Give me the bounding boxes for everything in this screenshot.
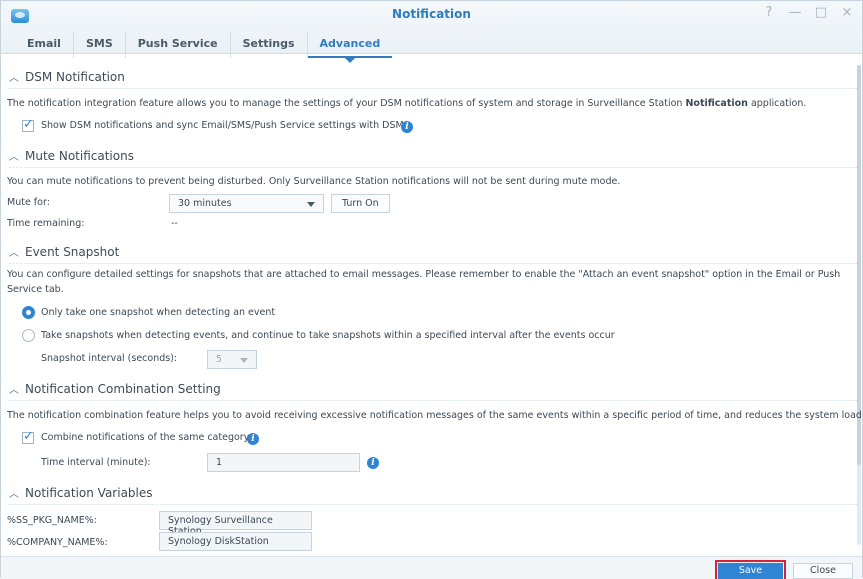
combination-section-header[interactable]: ︿ Notification Combination Setting	[9, 381, 221, 397]
close-icon[interactable]: ×	[840, 5, 854, 20]
turn-on-button[interactable]: Turn On	[331, 194, 390, 213]
tab-sms[interactable]: SMS	[74, 32, 126, 58]
mute-section-title: Mute Notifications	[25, 148, 134, 163]
dsm-info-icon[interactable]: i	[401, 121, 413, 133]
notification-window: Notification ? — □ × Email SMS Push Serv…	[0, 0, 863, 579]
divider	[9, 504, 857, 505]
single-snapshot-radio[interactable]	[22, 306, 35, 319]
combination-description: The notification combination feature hel…	[7, 410, 861, 421]
collapse-chevron-icon: ︿	[9, 73, 19, 84]
dropdown-arrow-icon	[307, 202, 315, 207]
single-snapshot-label: Only take one snapshot when detecting an…	[41, 307, 276, 318]
time-remaining-value: --	[171, 218, 178, 229]
time-remaining-label: Time remaining:	[7, 218, 85, 229]
close-button[interactable]: Close	[793, 563, 853, 579]
snapshot-interval-label: Snapshot interval (seconds):	[41, 353, 178, 364]
dsm-sync-checkbox[interactable]	[22, 117, 34, 132]
variable-name: %COMPANY_NAME%:	[7, 537, 108, 548]
snapshot-interval-select[interactable]: 5	[207, 350, 257, 369]
time-interval-label: Time interval (minute):	[41, 457, 151, 468]
mute-for-label: Mute for:	[7, 197, 50, 208]
dsm-section-header[interactable]: ︿ DSM Notification	[9, 69, 125, 85]
save-button[interactable]: Save	[715, 560, 786, 579]
maximize-icon[interactable]: □	[814, 5, 828, 20]
snapshot-section-header[interactable]: ︿ Event Snapshot	[9, 244, 120, 260]
help-icon[interactable]: ?	[762, 5, 776, 20]
dsm-description: The notification integration feature all…	[7, 98, 807, 109]
combination-info-icon[interactable]: i	[247, 433, 259, 445]
combination-section-title: Notification Combination Setting	[25, 381, 221, 396]
divider	[9, 263, 857, 264]
mute-description: You can mute notifications to prevent be…	[7, 176, 621, 187]
collapse-chevron-icon: ︿	[9, 489, 19, 500]
collapse-chevron-icon: ︿	[9, 385, 19, 396]
divider	[9, 400, 857, 401]
interval-snapshot-radio[interactable]	[22, 329, 35, 342]
advanced-panel: ︿ DSM Notification The notification inte…	[1, 61, 861, 551]
combine-notifications-label: Combine notifications of the same catego…	[41, 432, 250, 443]
divider	[9, 88, 857, 89]
window-title: Notification	[392, 7, 471, 21]
collapse-chevron-icon: ︿	[9, 248, 19, 259]
dropdown-arrow-icon	[240, 358, 248, 363]
dsm-sync-label: Show DSM notifications and sync Email/SM…	[41, 120, 404, 131]
tab-email[interactable]: Email	[15, 32, 74, 58]
tab-push-service[interactable]: Push Service	[126, 32, 231, 58]
combine-notifications-checkbox[interactable]	[22, 429, 34, 444]
interval-info-icon[interactable]: i	[367, 457, 379, 469]
variable-value-field[interactable]: Synology DiskStation	[159, 532, 312, 551]
divider	[9, 167, 857, 168]
variables-section-header[interactable]: ︿ Notification Variables	[9, 485, 153, 501]
minimize-icon[interactable]: —	[788, 5, 802, 20]
tab-bar: Email SMS Push Service Settings Advanced	[15, 32, 393, 63]
collapse-chevron-icon: ︿	[9, 152, 19, 163]
variable-value-field[interactable]: Synology Surveillance Station	[159, 511, 312, 537]
tab-settings[interactable]: Settings	[231, 32, 308, 58]
title-bar: Notification ? — □ × Email SMS Push Serv…	[1, 1, 862, 63]
snapshot-interval-value: 5	[216, 354, 223, 365]
mute-section-header[interactable]: ︿ Mute Notifications	[9, 148, 134, 164]
interval-snapshot-label: Take snapshots when detecting events, an…	[41, 330, 615, 341]
mute-duration-select[interactable]: 30 minutes	[169, 194, 324, 213]
mute-duration-value: 30 minutes	[178, 198, 232, 209]
snapshot-description: You can configure detailed settings for …	[7, 269, 841, 295]
dsm-section-title: DSM Notification	[25, 69, 125, 84]
time-interval-field[interactable]: 1	[207, 453, 360, 472]
snapshot-section-title: Event Snapshot	[25, 244, 120, 259]
tab-advanced[interactable]: Advanced	[307, 32, 393, 63]
variable-name: %SS_PKG_NAME%:	[7, 515, 97, 526]
window-controls: ? — □ ×	[762, 5, 854, 20]
variables-section-title: Notification Variables	[25, 485, 153, 500]
